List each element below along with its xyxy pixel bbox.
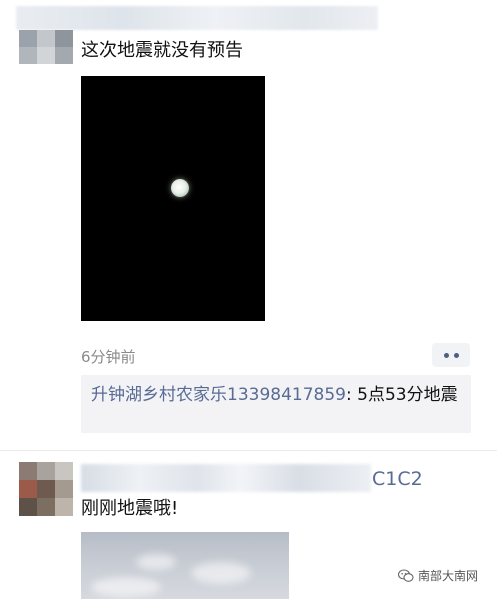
watermark: 南部大南网 [394,565,483,586]
username[interactable]: C1C2 [372,468,423,490]
avatar[interactable] [19,462,73,516]
cloud-shape [91,577,161,597]
more-dots-icon [443,352,449,358]
cloud-shape [136,554,176,570]
post-text: 刚刚地震哦! [81,498,179,519]
post-timestamp: 6分钟前 [81,348,136,366]
wechat-icon [398,568,414,582]
post-divider [0,450,497,451]
more-button[interactable] [432,343,470,367]
cloud-shape [191,562,251,584]
avatar[interactable] [19,30,73,64]
post-text: 这次地震就没有预告 [81,40,243,61]
post-photo[interactable] [81,532,289,599]
moon-image [171,179,189,197]
blurred-username [81,464,371,492]
more-dots-icon [453,352,459,358]
comments-box: 升钟湖乡村农家乐13398417859: 5点53分地震 [81,375,471,433]
comment-text: 5点53分地震 [357,385,458,405]
post-photo[interactable] [81,76,265,321]
watermark-text: 南部大南网 [418,569,479,583]
comment-author[interactable]: 升钟湖乡村农家乐13398417859 [91,385,346,405]
comment-separator: : [345,385,358,405]
blurred-header [16,6,378,30]
